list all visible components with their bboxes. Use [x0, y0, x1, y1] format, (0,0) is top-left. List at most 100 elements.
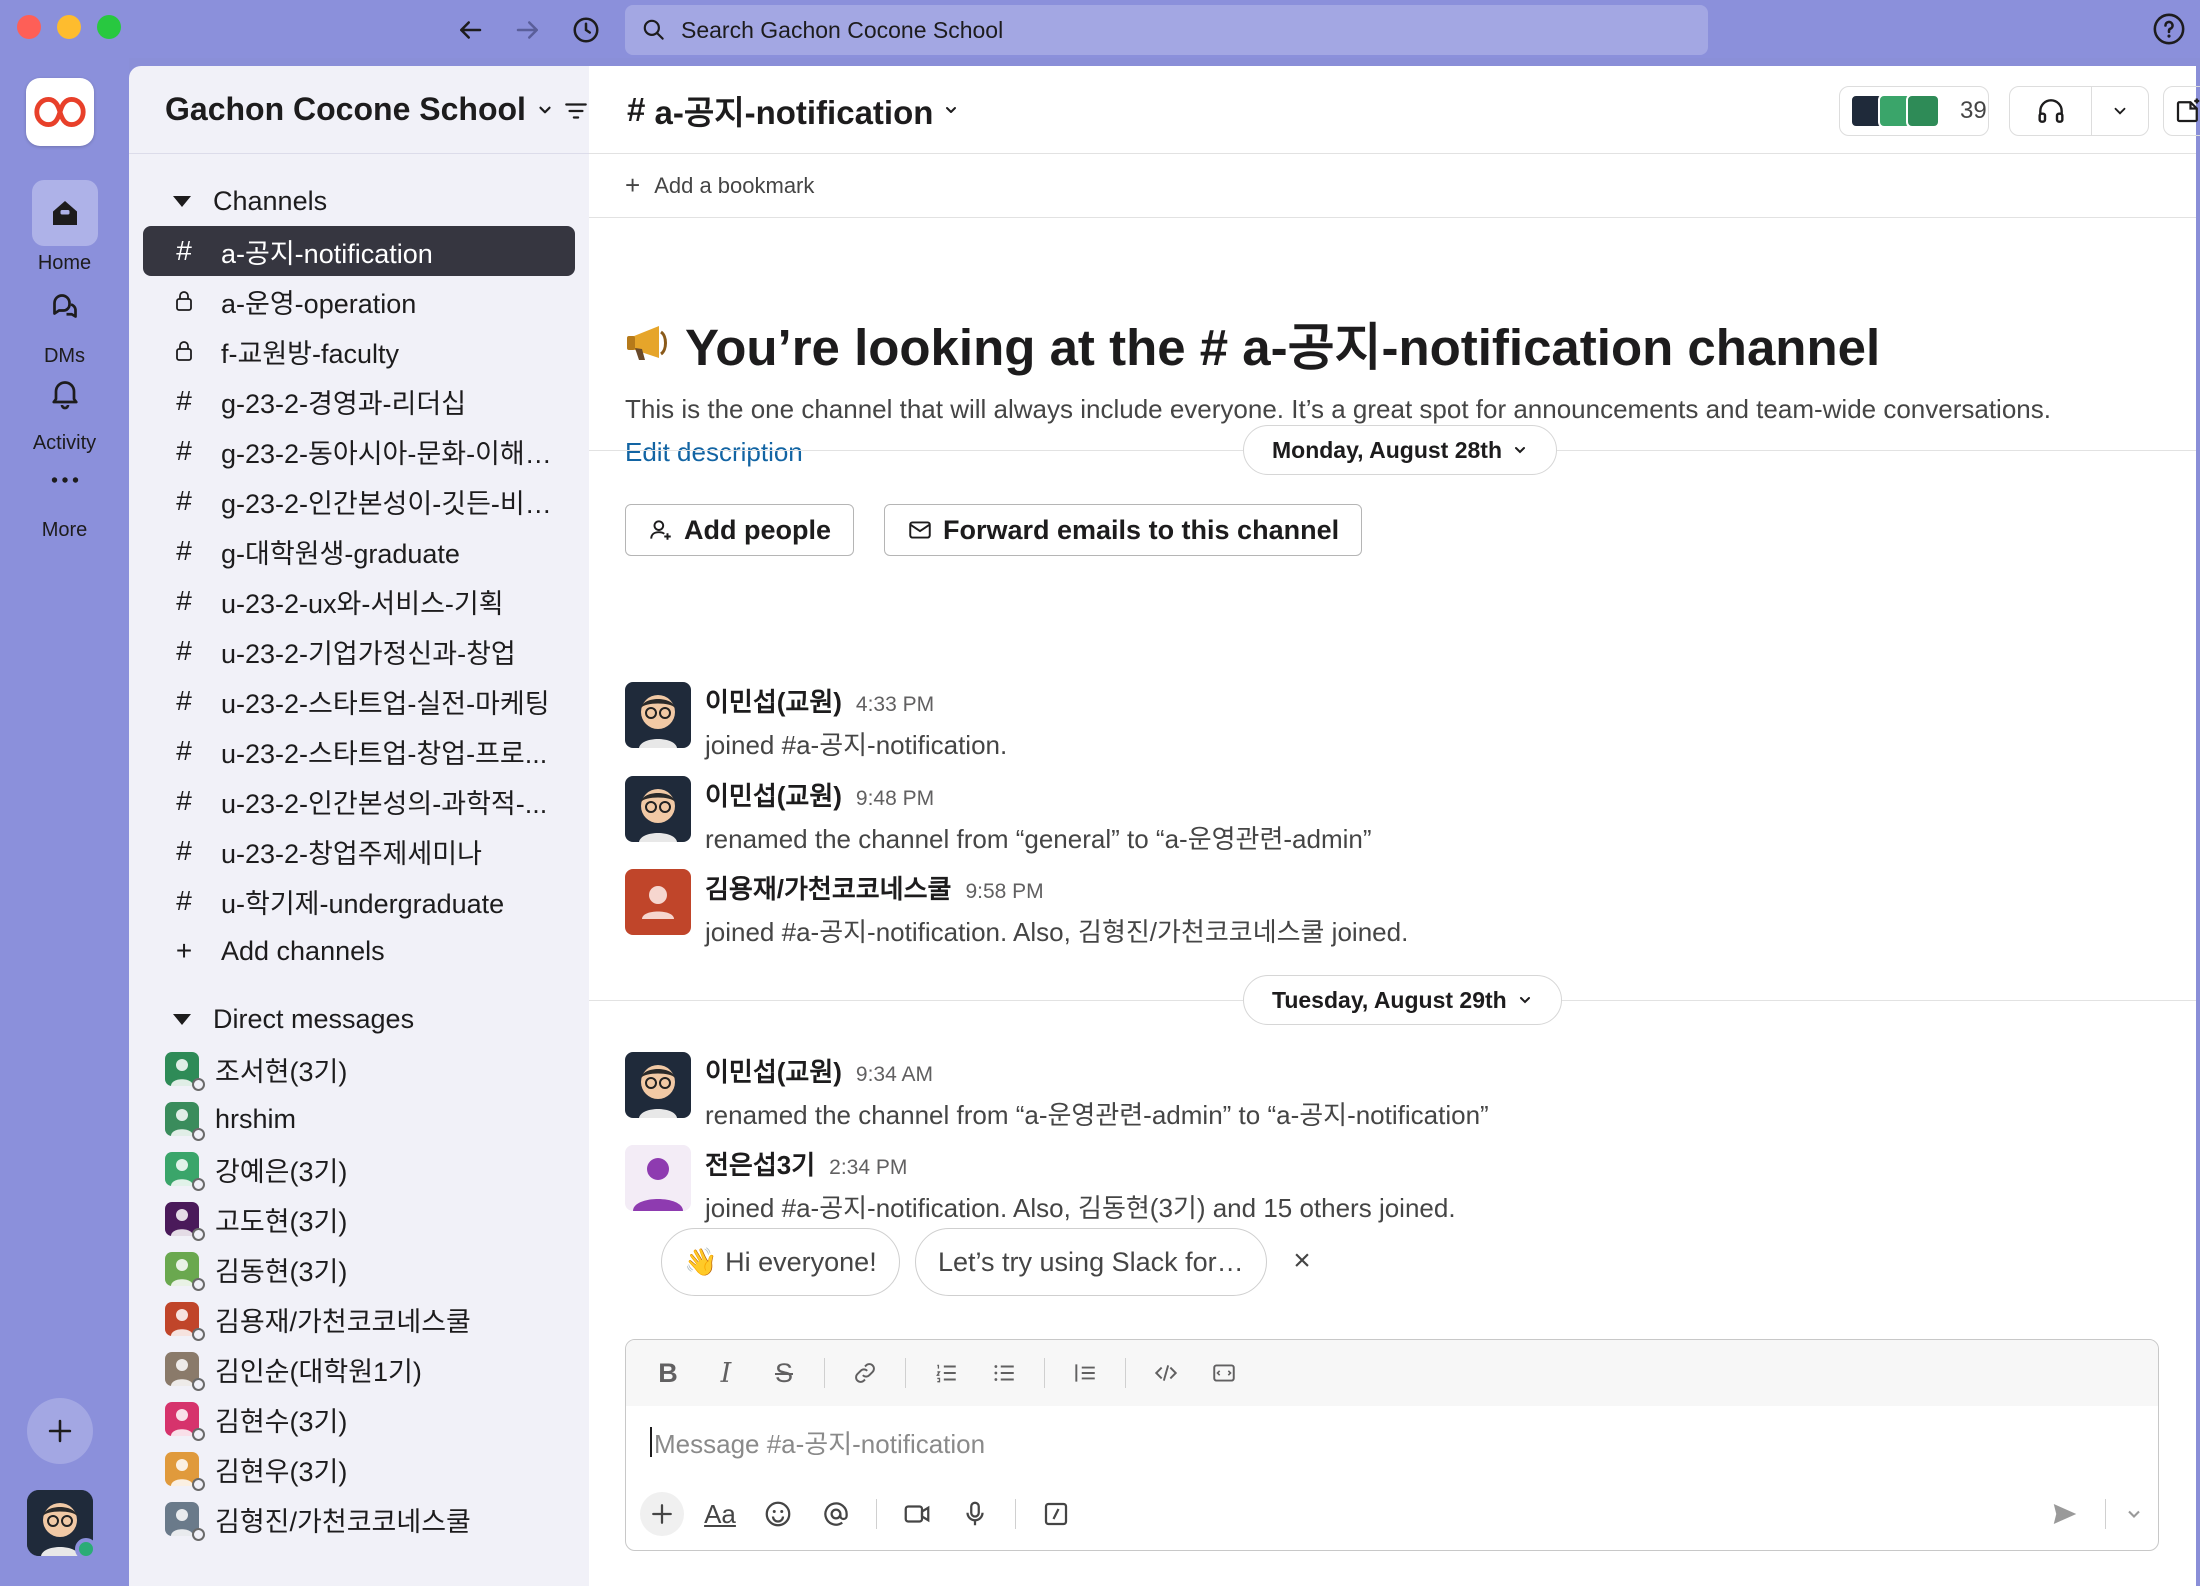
- add-workspace-button[interactable]: [27, 1398, 93, 1464]
- add-channels-button[interactable]: + Add channels: [143, 926, 575, 976]
- message-time[interactable]: 2:34 PM: [829, 1156, 907, 1180]
- minimize-window-button[interactable]: [57, 15, 81, 39]
- rail-activity[interactable]: Activity: [0, 360, 129, 455]
- home-button[interactable]: [31, 180, 98, 246]
- history-button[interactable]: [566, 10, 606, 50]
- channels-section-header[interactable]: Channels: [129, 176, 589, 226]
- sidebar-dm-item[interactable]: 김형진/가천코코네스쿨: [129, 1494, 589, 1544]
- italic-icon[interactable]: I: [704, 1351, 748, 1395]
- avatar[interactable]: [625, 1052, 691, 1118]
- sidebar-channel-item[interactable]: # g-23-2-인간본성이-깃든-비즈...: [143, 476, 575, 526]
- back-button[interactable]: [450, 10, 490, 50]
- dm-section-header[interactable]: Direct messages: [129, 994, 589, 1044]
- bold-icon[interactable]: B: [646, 1351, 690, 1395]
- activity-button[interactable]: [32, 360, 98, 426]
- sidebar-channel-item[interactable]: # a-공지-notification: [143, 226, 575, 276]
- avatar[interactable]: [625, 682, 691, 748]
- message-author[interactable]: 이민섭(교원): [705, 1052, 842, 1089]
- sidebar-channel-item[interactable]: # g-대학원생-graduate: [143, 526, 575, 576]
- message-time[interactable]: 4:33 PM: [856, 693, 934, 717]
- message[interactable]: 이민섭(교원) 4:33 PM joined #a-공지-notification…: [625, 682, 1007, 762]
- filter-icon[interactable]: [563, 98, 589, 124]
- add-people-button[interactable]: Add people: [625, 504, 854, 556]
- sidebar-channel-item[interactable]: # u-23-2-스타트업-창업-프로...: [143, 726, 575, 776]
- zoom-window-button[interactable]: [97, 15, 121, 39]
- video-icon[interactable]: [895, 1492, 939, 1536]
- message[interactable]: 이민섭(교원) 9:34 AM renamed the channel from …: [625, 1052, 1489, 1132]
- sidebar-dm-item[interactable]: 김용재/가천코코네스쿨: [129, 1294, 589, 1344]
- sidebar-channel-item[interactable]: # u-23-2-인간본성의-과학적-...: [143, 776, 575, 826]
- message-time[interactable]: 9:58 PM: [965, 880, 1043, 904]
- sidebar-channel-item[interactable]: # u-23-2-ux와-서비스-기획: [143, 576, 575, 626]
- suggestion-chip[interactable]: 👋 Hi everyone!: [661, 1228, 900, 1296]
- sidebar-dm-item[interactable]: 조서현(3기): [129, 1044, 589, 1094]
- date-pill[interactable]: Monday, August 28th: [1243, 425, 1557, 475]
- message[interactable]: 전은섭3기 2:34 PM joined #a-공지-notification. …: [625, 1145, 1456, 1225]
- workspace-logo[interactable]: [26, 78, 94, 146]
- help-icon[interactable]: [2152, 12, 2186, 46]
- blockquote-icon[interactable]: [1063, 1351, 1107, 1395]
- workspace-name[interactable]: Gachon Cocone School: [165, 91, 526, 128]
- send-icon[interactable]: [2043, 1492, 2087, 1536]
- forward-button[interactable]: [508, 10, 548, 50]
- sidebar-dm-item[interactable]: 김현우(3기): [129, 1444, 589, 1494]
- emoji-icon[interactable]: [756, 1492, 800, 1536]
- avatar[interactable]: [625, 776, 691, 842]
- message-author[interactable]: 김용재/가천코코네스쿨: [705, 869, 951, 906]
- rail-home[interactable]: Home: [0, 180, 129, 275]
- suggestion-chip[interactable]: Let’s try using Slack for…: [915, 1228, 1267, 1296]
- sidebar-dm-item[interactable]: 김현수(3기): [129, 1394, 589, 1444]
- sidebar-channel-item[interactable]: # g-23-2-동아시아-문화-이해와...: [143, 426, 575, 476]
- message[interactable]: 김용재/가천코코네스쿨 9:58 PM joined #a-공지-notifica…: [625, 869, 1408, 949]
- sidebar-channel-item[interactable]: # u-23-2-기업가정신과-창업: [143, 626, 575, 676]
- message-time[interactable]: 9:48 PM: [856, 787, 934, 811]
- sidebar-channel-item[interactable]: a-운영-operation: [143, 276, 575, 326]
- attach-plus-icon[interactable]: [640, 1492, 684, 1536]
- close-window-button[interactable]: [17, 15, 41, 39]
- avatar[interactable]: [625, 1145, 691, 1211]
- members-button[interactable]: 39: [1839, 86, 1989, 136]
- strikethrough-icon[interactable]: S: [762, 1351, 806, 1395]
- text-format-icon[interactable]: Aa: [698, 1492, 742, 1536]
- huddle-options-button[interactable]: [2092, 102, 2148, 120]
- message-author[interactable]: 전은섭3기: [705, 1145, 815, 1182]
- close-suggestions-icon[interactable]: ×: [1287, 1244, 1317, 1277]
- canvas-button[interactable]: [2163, 86, 2200, 136]
- huddle-button[interactable]: [2010, 86, 2092, 136]
- dms-button[interactable]: [32, 273, 98, 339]
- sidebar-dm-item[interactable]: 김인순(대학원1기): [129, 1344, 589, 1394]
- schedule-chevron-icon[interactable]: [2124, 1492, 2144, 1536]
- workspace-header[interactable]: Gachon Cocone School: [129, 66, 589, 154]
- sidebar-channel-item[interactable]: # u-학기제-undergraduate: [143, 876, 575, 926]
- slash-command-icon[interactable]: [1034, 1492, 1078, 1536]
- sidebar-dm-item[interactable]: 고도현(3기): [129, 1194, 589, 1244]
- channel-title-button[interactable]: # a-공지-notification: [627, 86, 959, 134]
- sidebar-dm-item[interactable]: 강예은(3기): [129, 1144, 589, 1194]
- sidebar-dm-item[interactable]: 김동현(3기): [129, 1244, 589, 1294]
- message-author[interactable]: 이민섭(교원): [705, 682, 842, 719]
- message-input[interactable]: Message #a-공지-notification: [626, 1406, 2158, 1478]
- sidebar-channel-item[interactable]: # u-23-2-창업주제세미나: [143, 826, 575, 876]
- bullet-list-icon[interactable]: [982, 1351, 1026, 1395]
- more-button[interactable]: [32, 447, 98, 513]
- sidebar-channel-item[interactable]: f-교원방-faculty: [143, 326, 575, 376]
- ordered-list-icon[interactable]: [924, 1351, 968, 1395]
- microphone-icon[interactable]: [953, 1492, 997, 1536]
- code-block-icon[interactable]: [1202, 1351, 1246, 1395]
- forward-emails-button[interactable]: Forward emails to this channel: [884, 504, 1363, 556]
- sidebar-channel-item[interactable]: # u-23-2-스타트업-실전-마케팅: [143, 676, 575, 726]
- sidebar-dm-item[interactable]: hrshim: [129, 1094, 589, 1144]
- add-bookmark-button[interactable]: + Add a bookmark: [589, 154, 2196, 218]
- message-author[interactable]: 이민섭(교원): [705, 776, 842, 813]
- search-bar[interactable]: Search Gachon Cocone School: [625, 5, 1708, 55]
- rail-dms[interactable]: DMs: [0, 273, 129, 368]
- message[interactable]: 이민섭(교원) 9:48 PM renamed the channel from …: [625, 776, 1372, 856]
- mention-icon[interactable]: [814, 1492, 858, 1536]
- sidebar-channel-item[interactable]: # g-23-2-경영과-리더십: [143, 376, 575, 426]
- user-avatar[interactable]: [27, 1490, 97, 1560]
- rail-more[interactable]: More: [0, 447, 129, 542]
- message-time[interactable]: 9:34 AM: [856, 1063, 933, 1087]
- date-pill[interactable]: Tuesday, August 29th: [1243, 975, 1562, 1025]
- link-icon[interactable]: [843, 1351, 887, 1395]
- avatar[interactable]: [625, 869, 691, 935]
